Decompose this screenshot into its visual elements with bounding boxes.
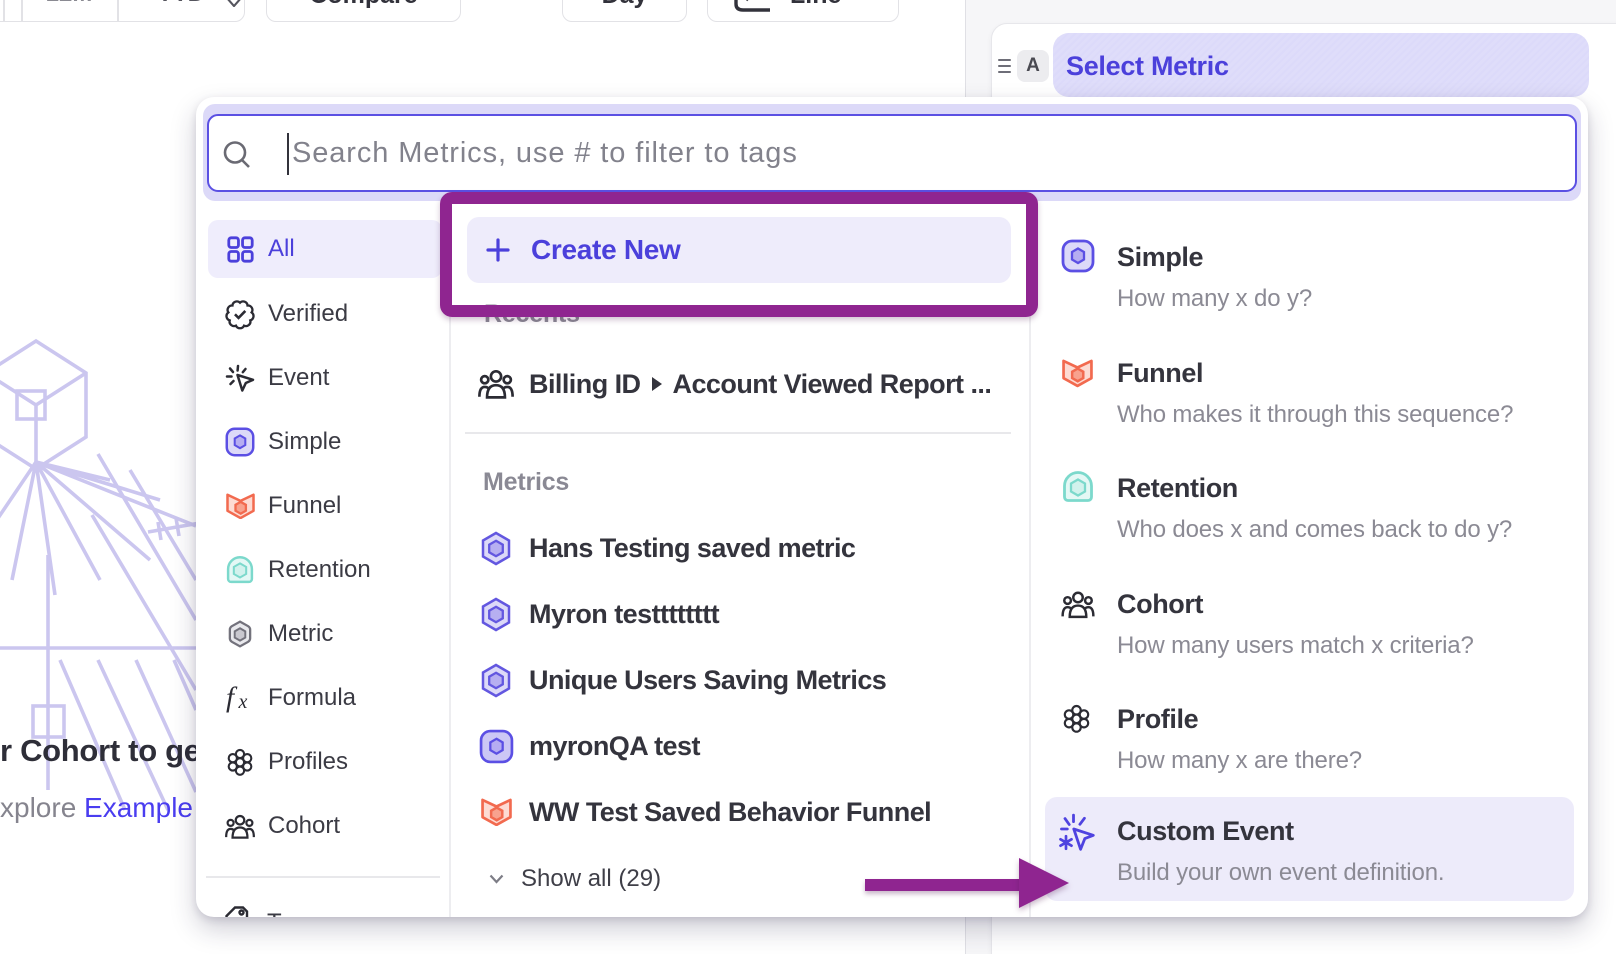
svg-text:x: x [238,691,248,713]
svg-text:f: f [226,683,238,713]
